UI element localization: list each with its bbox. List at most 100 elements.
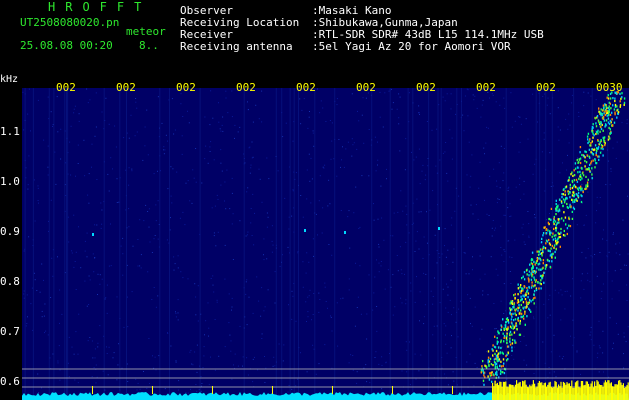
- trace-pixel: [574, 200, 576, 203]
- noise-stripe: [437, 88, 439, 400]
- noise-speck: [378, 363, 380, 365]
- noise-speck: [596, 210, 597, 212]
- trace-pixel: [557, 204, 559, 207]
- trace-pixel: [526, 273, 528, 276]
- noise-speck: [84, 280, 86, 282]
- noise-speck: [331, 140, 333, 142]
- noise-speck: [167, 188, 169, 190]
- trace-pixel: [592, 123, 594, 126]
- noise-speck: [322, 207, 324, 209]
- noise-speck: [220, 149, 222, 151]
- noise-speck: [59, 379, 61, 381]
- noise-speck: [458, 195, 460, 197]
- trace-pixel: [614, 97, 616, 100]
- noise-speck: [84, 250, 86, 252]
- trace-pixel: [573, 191, 575, 194]
- trace-pixel: [573, 179, 576, 182]
- trace-pixel: [490, 363, 493, 366]
- trace-pixel: [511, 315, 513, 318]
- noise-speck: [312, 344, 314, 346]
- noise-speck: [267, 216, 269, 218]
- noise-speck: [570, 295, 572, 297]
- signal-bar: [622, 383, 624, 400]
- noise-speck: [354, 325, 356, 327]
- trace-pixel: [592, 159, 594, 162]
- trace-pixel: [506, 341, 508, 344]
- trace-pixel: [571, 210, 573, 213]
- noise-speck: [88, 304, 90, 305]
- trace-pixel: [594, 148, 596, 151]
- noise-speck: [231, 309, 232, 311]
- noise-speck: [231, 378, 233, 380]
- noise-speck: [357, 110, 358, 112]
- noise-speck: [447, 384, 449, 386]
- trace-pixel: [534, 263, 536, 266]
- noise-stripe: [281, 88, 283, 400]
- noise-speck: [596, 196, 598, 198]
- noise-speck: [232, 213, 234, 215]
- noise-speck: [514, 120, 516, 122]
- noise-speck: [57, 362, 59, 364]
- trace-pixel: [547, 221, 550, 224]
- noise-speck: [587, 248, 589, 250]
- noise-speck: [247, 231, 249, 233]
- noise-stripe: [412, 88, 414, 400]
- noise-speck: [594, 147, 595, 149]
- trace-pixel: [578, 158, 580, 161]
- trace-pixel: [492, 373, 495, 376]
- noise-speck: [89, 337, 91, 338]
- noise-speck: [163, 149, 165, 151]
- noise-speck: [328, 179, 330, 181]
- noise-speck: [552, 185, 554, 187]
- noise-speck: [532, 93, 534, 95]
- noise-speck: [248, 296, 250, 298]
- trace-pixel: [595, 132, 597, 136]
- noise-speck: [615, 243, 617, 245]
- signal-bar: [534, 383, 536, 400]
- signal-bar: [500, 381, 502, 400]
- noise-speck: [26, 294, 28, 296]
- noise-speck: [379, 116, 381, 118]
- noise-speck: [74, 261, 76, 262]
- trace-pixel: [573, 169, 575, 172]
- noise-speck: [79, 392, 81, 394]
- trace-pixel: [543, 271, 545, 274]
- noise-speck: [463, 130, 465, 132]
- trace-pixel: [522, 314, 525, 317]
- trace-pixel: [514, 309, 517, 312]
- noise-speck: [252, 381, 254, 383]
- trace-pixel: [604, 110, 606, 113]
- trace-pixel: [581, 153, 583, 157]
- trace-pixel: [607, 121, 610, 124]
- noise-speck: [446, 263, 448, 265]
- trace-pixel: [540, 283, 542, 286]
- trace-pixel: [600, 139, 602, 142]
- noise-speck: [251, 141, 253, 143]
- noise-speck: [626, 300, 628, 301]
- noise-speck: [519, 141, 521, 143]
- noise-speck: [45, 330, 47, 332]
- signal-bar: [524, 380, 526, 400]
- noise-speck: [324, 344, 326, 346]
- trace-pixel: [523, 317, 525, 320]
- noise-speck: [33, 272, 35, 274]
- noise-speck: [118, 343, 120, 345]
- signal-bar: [512, 385, 514, 400]
- trace-pixel: [568, 217, 570, 220]
- noise-speck: [166, 239, 168, 241]
- noise-speck: [213, 159, 215, 161]
- noise-speck: [380, 261, 382, 262]
- trace-pixel: [496, 356, 498, 359]
- trace-pixel: [561, 196, 563, 199]
- trace-pixel: [554, 237, 557, 240]
- noise-speck: [164, 149, 166, 151]
- noise-speck: [157, 170, 158, 172]
- noise-speck: [218, 121, 220, 123]
- noise-speck: [181, 135, 183, 137]
- noise-speck: [445, 334, 446, 336]
- noise-speck: [615, 157, 617, 159]
- noise-speck: [140, 267, 142, 269]
- noise-speck: [37, 99, 39, 101]
- trace-pixel: [533, 276, 535, 279]
- noise-speck: [624, 264, 626, 266]
